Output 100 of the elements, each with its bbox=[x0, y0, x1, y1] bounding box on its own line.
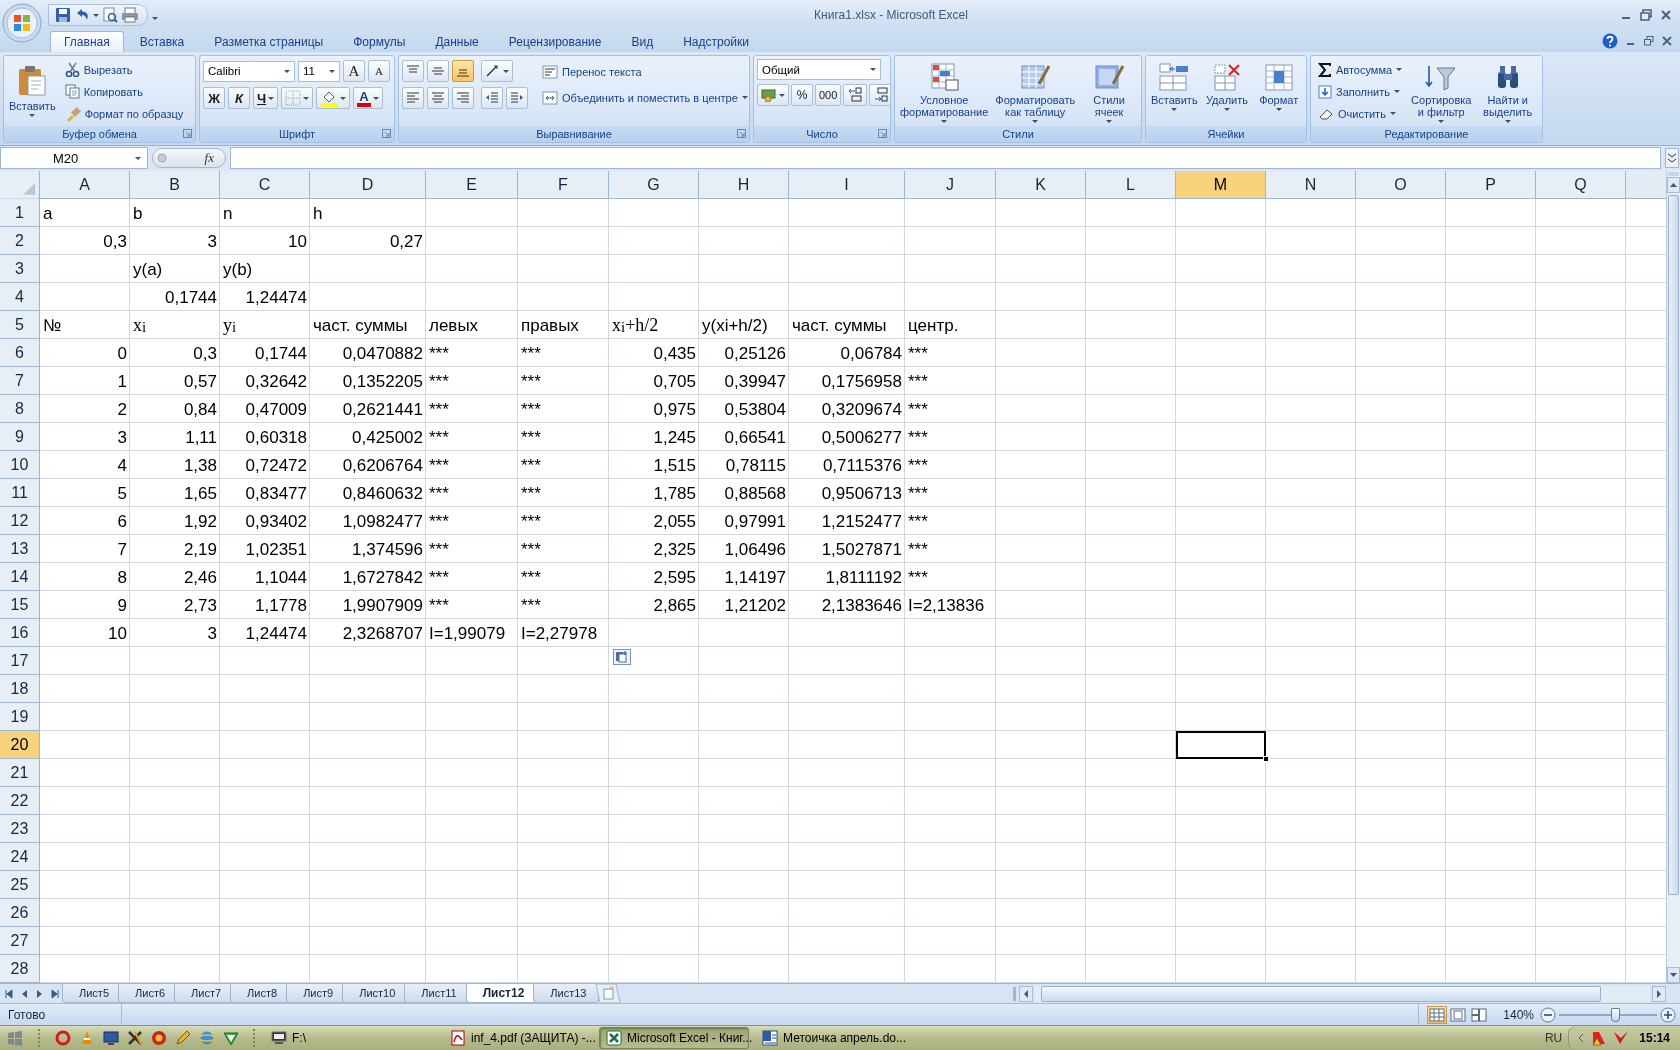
dialog-launcher-icon[interactable] bbox=[878, 129, 887, 138]
row-header[interactable]: 1 bbox=[0, 199, 40, 227]
format-painter-button[interactable]: Формат по образцу bbox=[60, 103, 188, 124]
paste-options-icon[interactable] bbox=[613, 649, 631, 665]
help-icon[interactable] bbox=[1602, 33, 1618, 49]
cells-button[interactable]: Формат bbox=[1254, 59, 1303, 126]
active-cell[interactable] bbox=[1176, 731, 1266, 759]
ribbon-tab[interactable]: Формулы bbox=[339, 31, 420, 52]
print-preview-icon[interactable] bbox=[102, 7, 118, 23]
formula-input[interactable] bbox=[230, 147, 1661, 169]
scroll-right-icon[interactable] bbox=[1652, 985, 1666, 1002]
row-header[interactable]: 5 bbox=[0, 311, 40, 339]
styles-button[interactable]: Условное форматирование bbox=[898, 59, 991, 126]
row-header[interactable]: 15 bbox=[0, 591, 40, 619]
insert-function-button[interactable]: fx bbox=[203, 149, 215, 167]
row-header[interactable]: 12 bbox=[0, 507, 40, 535]
row-header[interactable]: 22 bbox=[0, 787, 40, 815]
ribbon-tab[interactable]: Главная bbox=[50, 31, 124, 52]
row-header[interactable]: 19 bbox=[0, 703, 40, 731]
row-header[interactable]: 14 bbox=[0, 563, 40, 591]
row-header[interactable]: 23 bbox=[0, 815, 40, 843]
ribbon-tab[interactable]: Вид bbox=[617, 31, 668, 52]
find-select-button[interactable]: Найти и выделить bbox=[1476, 59, 1539, 126]
styles-button[interactable]: Стили ячеек bbox=[1080, 59, 1138, 126]
row-header[interactable]: 16 bbox=[0, 619, 40, 647]
font-size-field[interactable]: 11 bbox=[298, 60, 340, 82]
scroll-down-icon[interactable] bbox=[1667, 967, 1680, 983]
zoom-out-icon[interactable] bbox=[1540, 1006, 1556, 1023]
normal-view-button[interactable] bbox=[1427, 1005, 1448, 1024]
column-header[interactable]: P bbox=[1446, 171, 1536, 198]
bold-button[interactable]: Ж bbox=[203, 87, 225, 109]
column-header[interactable]: G bbox=[609, 171, 699, 198]
merge-center-button[interactable]: Объединить и поместить в центре bbox=[538, 87, 749, 108]
column-header[interactable]: C bbox=[220, 171, 310, 198]
ribbon-tab[interactable]: Разметка страницы bbox=[200, 31, 338, 52]
column-header[interactable]: I bbox=[789, 171, 905, 198]
column-header[interactable]: N bbox=[1266, 171, 1356, 198]
vertical-align-button[interactable] bbox=[427, 60, 449, 82]
windows-flag-icon[interactable] bbox=[6, 1029, 24, 1047]
page-break-button[interactable] bbox=[1469, 1005, 1490, 1024]
cells-button[interactable]: Вставить bbox=[1149, 59, 1200, 126]
close-icon[interactable] bbox=[1662, 36, 1672, 46]
row-header[interactable]: 28 bbox=[0, 955, 40, 983]
italic-button[interactable]: К bbox=[228, 87, 250, 109]
row-header[interactable]: 20 bbox=[0, 731, 40, 759]
column-header[interactable]: Q bbox=[1536, 171, 1626, 198]
column-header[interactable]: E bbox=[426, 171, 518, 198]
orientation-button[interactable] bbox=[481, 60, 513, 82]
row-header[interactable]: 17 bbox=[0, 647, 40, 675]
disc-icon[interactable] bbox=[151, 1030, 167, 1046]
column-header[interactable]: F bbox=[518, 171, 609, 198]
zoom-in-icon[interactable] bbox=[1660, 1006, 1676, 1023]
taskbar-button[interactable]: Метоичка апрель.do... bbox=[755, 1027, 905, 1049]
ribbon-tab[interactable]: Надстройки bbox=[669, 31, 763, 52]
maximize-icon[interactable] bbox=[1640, 9, 1652, 21]
horizontal-align-button[interactable] bbox=[402, 87, 424, 109]
column-header[interactable]: L bbox=[1086, 171, 1176, 198]
column-header[interactable]: M bbox=[1176, 171, 1266, 198]
dialog-launcher-icon[interactable] bbox=[183, 129, 192, 138]
split-handle-icon[interactable] bbox=[1012, 985, 1017, 1002]
printer-icon[interactable] bbox=[121, 7, 139, 23]
last-sheet-icon[interactable] bbox=[49, 987, 60, 1000]
cells-button[interactable]: Удалить bbox=[1202, 59, 1252, 126]
ring-icon[interactable] bbox=[55, 1030, 71, 1046]
scroll-left-icon[interactable] bbox=[1019, 985, 1033, 1002]
row-header[interactable]: 11 bbox=[0, 479, 40, 507]
column-header[interactable]: O bbox=[1356, 171, 1446, 198]
triangle-icon[interactable] bbox=[223, 1030, 239, 1046]
row-header[interactable]: 4 bbox=[0, 283, 40, 311]
row-header[interactable]: 25 bbox=[0, 871, 40, 899]
row-header[interactable]: 3 bbox=[0, 255, 40, 283]
editing-button[interactable]: Заполнить bbox=[1314, 81, 1407, 102]
folder-task-button[interactable]: F:\ bbox=[264, 1027, 313, 1049]
restore-icon[interactable] bbox=[1644, 36, 1654, 46]
ribbon-tab[interactable]: Рецензирование bbox=[494, 31, 616, 52]
first-sheet-icon[interactable] bbox=[4, 987, 15, 1000]
fill-color-button[interactable] bbox=[316, 87, 351, 109]
column-header[interactable]: K bbox=[996, 171, 1086, 198]
ribbon-tab[interactable]: Вставка bbox=[125, 31, 199, 52]
ribbon-tab[interactable]: Данные bbox=[421, 31, 493, 52]
horizontal-align-button[interactable] bbox=[452, 87, 474, 109]
page-layout-button[interactable] bbox=[1448, 1005, 1469, 1024]
save-icon[interactable] bbox=[55, 7, 71, 23]
sort-filter-button[interactable]: Сортировка и фильтр bbox=[1409, 59, 1474, 126]
row-header[interactable]: 8 bbox=[0, 395, 40, 423]
increase-indent-button[interactable] bbox=[506, 87, 528, 109]
increase-decimal-button[interactable] bbox=[843, 84, 868, 106]
scroll-thumb[interactable] bbox=[1041, 985, 1601, 1002]
shrink-font-button[interactable]: A bbox=[368, 60, 390, 82]
row-header[interactable]: 9 bbox=[0, 423, 40, 451]
vertical-align-button[interactable] bbox=[452, 60, 474, 82]
column-header[interactable]: D bbox=[310, 171, 426, 198]
globe-icon[interactable] bbox=[199, 1030, 215, 1046]
copy-button[interactable]: Копировать bbox=[60, 81, 188, 102]
pencil-icon[interactable] bbox=[175, 1030, 191, 1046]
font-name-field[interactable]: Calibri bbox=[203, 60, 295, 82]
column-header[interactable]: J bbox=[905, 171, 996, 198]
close-icon[interactable] bbox=[1660, 9, 1672, 21]
row-header[interactable]: 13 bbox=[0, 535, 40, 563]
column-header[interactable]: H bbox=[699, 171, 789, 198]
